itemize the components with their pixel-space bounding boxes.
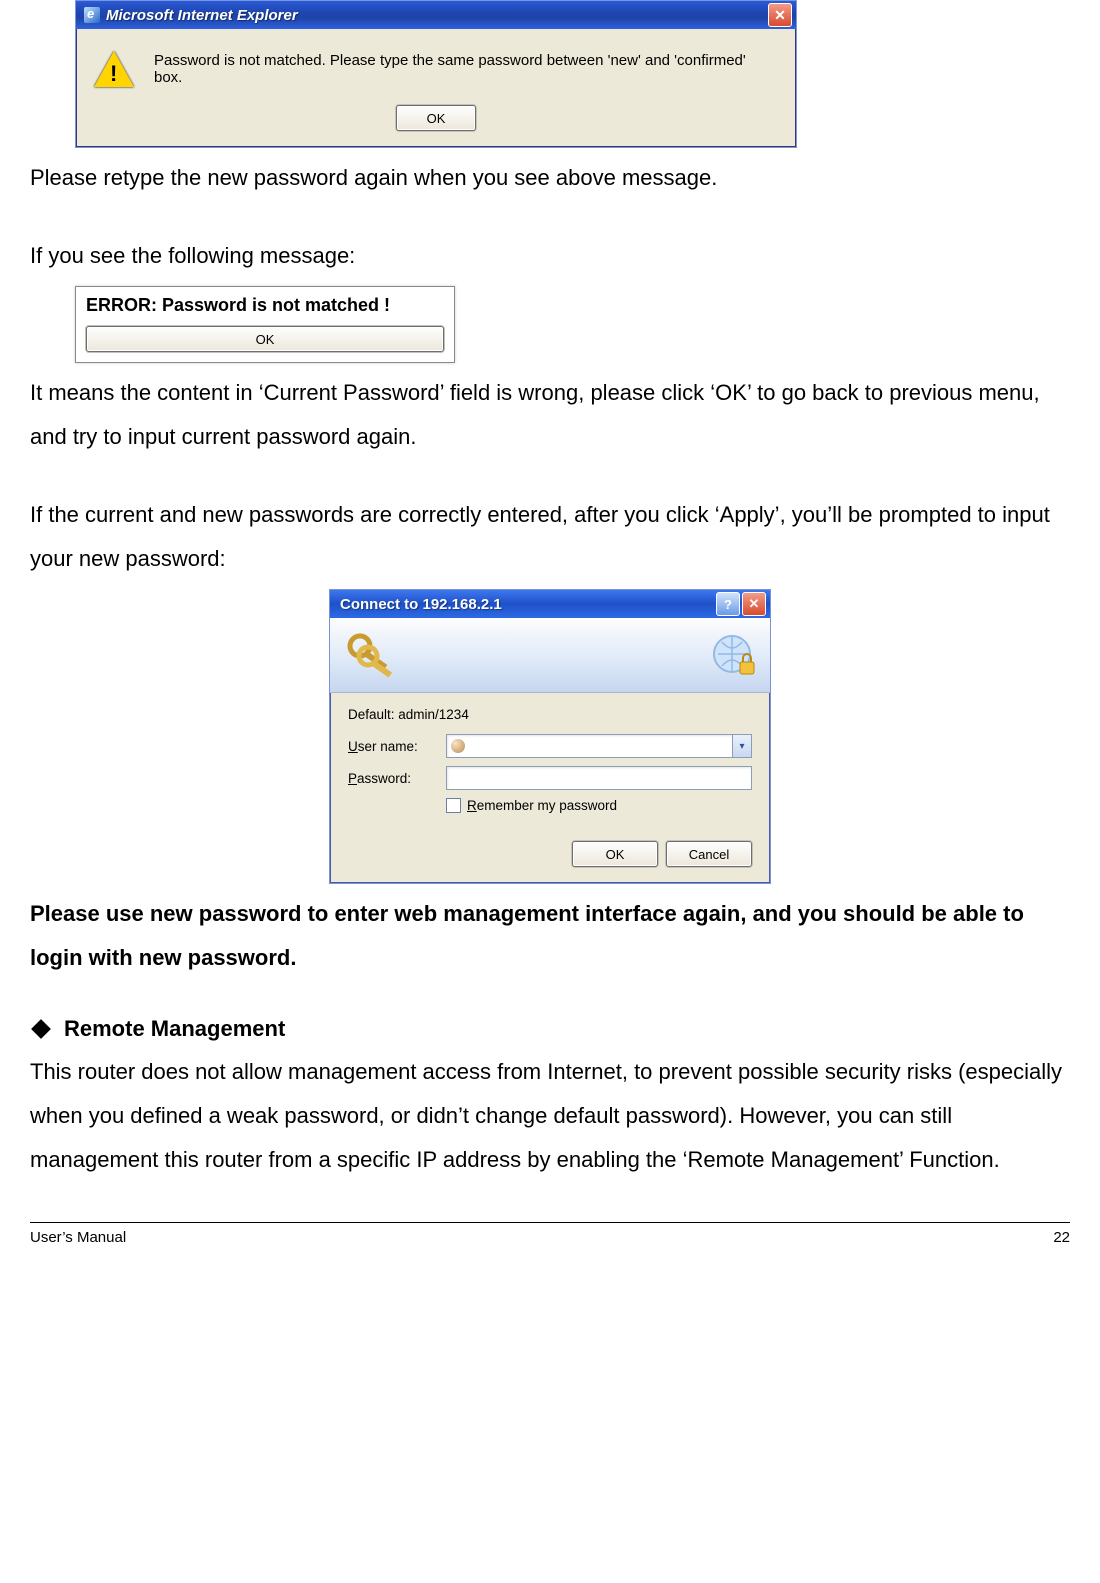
user-icon (451, 739, 465, 753)
dialog-titlebar: Connect to 192.168.2.1 ? ✕ (330, 590, 770, 618)
paragraph: If you see the following message: (30, 234, 1070, 278)
ie-icon (84, 7, 100, 23)
dialog-titlebar: Microsoft Internet Explorer ✕ (76, 1, 796, 29)
bullet-diamond-icon (31, 1019, 51, 1039)
keys-icon (342, 630, 398, 682)
auth-form: Default: admin/1234 User name: ▾ Passwor… (330, 693, 770, 883)
dialog-title: Connect to 192.168.2.1 (340, 596, 714, 613)
help-icon: ? (724, 597, 732, 612)
section-heading: Remote Management (30, 1016, 1070, 1042)
paragraph-bold: Please use new password to enter web man… (30, 892, 1070, 980)
paragraph: It means the content in ‘Current Passwor… (30, 371, 1070, 459)
paragraph: If the current and new passwords are cor… (30, 493, 1070, 581)
error-title: ERROR: Password is not matched ! (86, 295, 444, 316)
password-label: Password: (348, 771, 446, 786)
password-input[interactable] (446, 766, 752, 790)
close-button[interactable]: ✕ (768, 3, 792, 27)
checkbox-box (446, 798, 461, 813)
dialog-message: Password is not matched. Please type the… (154, 52, 778, 86)
dialog-banner (330, 618, 770, 693)
paragraph: Please retype the new password again whe… (30, 156, 1070, 200)
error-dialog: ERROR: Password is not matched ! OK (75, 286, 455, 363)
close-button[interactable]: ✕ (742, 592, 766, 616)
remember-checkbox[interactable]: Remember my password (446, 798, 752, 813)
ok-button-label: OK (606, 847, 625, 862)
globe-lock-icon (708, 630, 760, 682)
help-button[interactable]: ? (716, 592, 740, 616)
ok-button[interactable]: OK (86, 326, 444, 352)
auth-dialog: Connect to 192.168.2.1 ? ✕ Def (329, 589, 771, 884)
dropdown-button[interactable]: ▾ (732, 735, 751, 757)
ie-alert-dialog: Microsoft Internet Explorer ✕ Password i… (75, 0, 797, 148)
close-icon: ✕ (749, 596, 760, 612)
page-footer: User’s Manual 22 (30, 1222, 1070, 1246)
chevron-down-icon: ▾ (739, 741, 744, 752)
paragraph: This router does not allow management ac… (30, 1050, 1070, 1182)
cancel-button-label: Cancel (689, 847, 729, 862)
cancel-button[interactable]: Cancel (666, 841, 752, 867)
close-icon: ✕ (774, 7, 786, 24)
default-credentials: Default: admin/1234 (348, 707, 752, 722)
dialog-body: Password is not matched. Please type the… (76, 29, 796, 105)
warning-icon (94, 51, 134, 87)
ok-button[interactable]: OK (396, 105, 476, 131)
section-title: Remote Management (64, 1016, 285, 1042)
ok-button-label: OK (427, 111, 446, 126)
username-label: User name: (348, 739, 446, 754)
ok-button[interactable]: OK (572, 841, 658, 867)
username-input[interactable]: ▾ (446, 734, 752, 758)
ok-button-label: OK (256, 332, 275, 347)
footer-title: User’s Manual (30, 1229, 126, 1246)
page-number: 22 (1053, 1229, 1070, 1246)
remember-label: Remember my password (467, 798, 617, 813)
dialog-title: Microsoft Internet Explorer (106, 7, 768, 24)
